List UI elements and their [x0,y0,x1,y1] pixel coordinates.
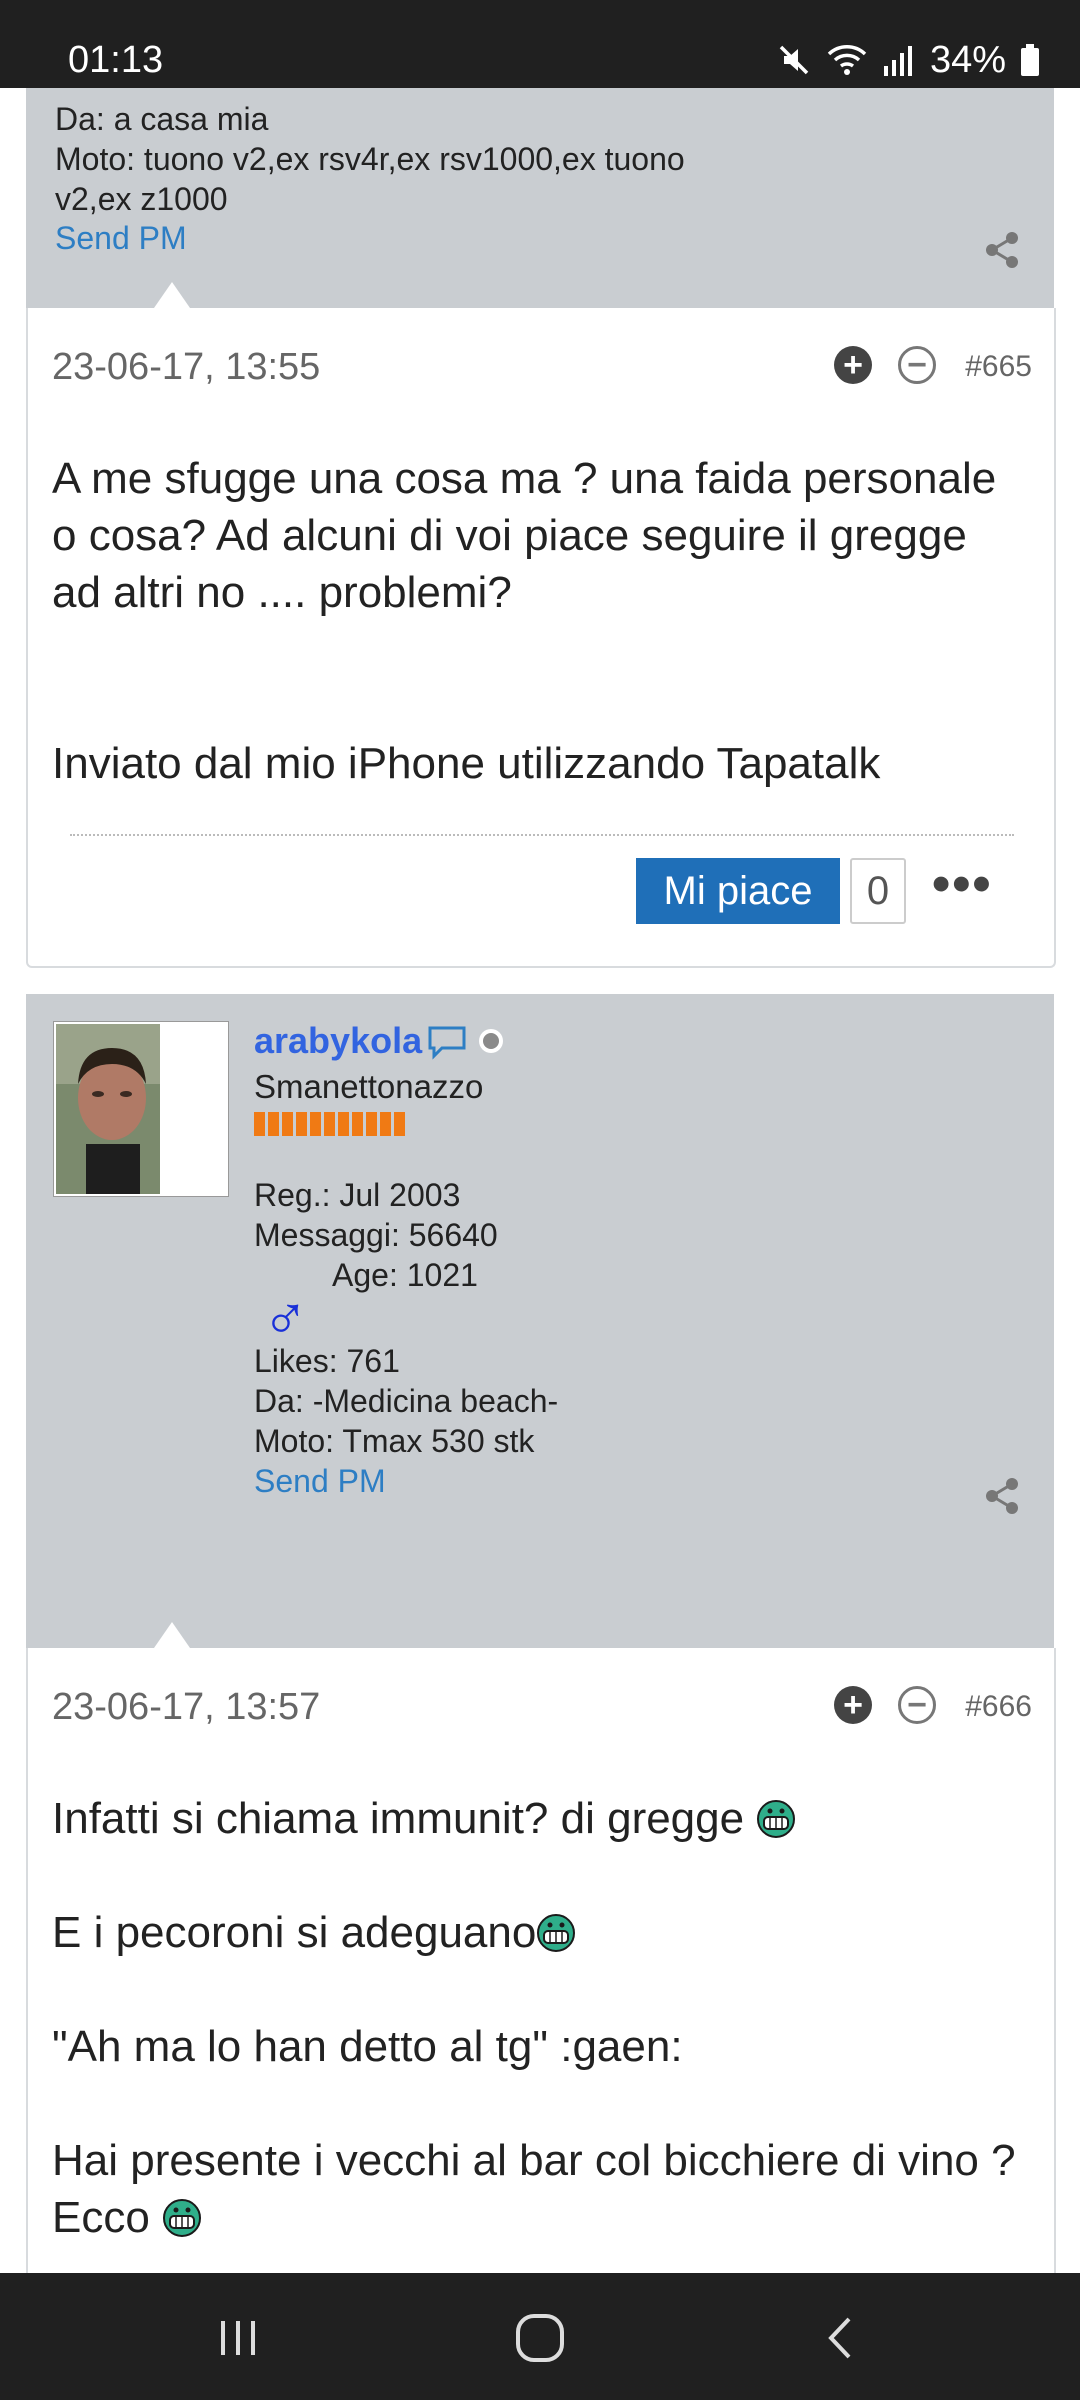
user-location: Da: -Medicina beach- [254,1383,559,1419]
home-button[interactable] [500,2303,580,2373]
like-count: 0 [850,858,906,924]
wifi-icon [827,45,867,75]
post-line-text: Infatti si chiama immunit? di gregge [52,1794,745,1843]
share-icon[interactable] [982,1476,1022,1516]
profile-from: Da: a casa mia [55,101,269,137]
post-666: 23-06-17, 13:57 + − #666 Infatti si chia… [26,1648,1056,2273]
share-icon[interactable] [982,230,1022,270]
message-count: Messaggi: 56640 [254,1217,498,1253]
likes-count: Likes: 761 [254,1343,400,1379]
post-divider [70,834,1014,836]
like-button[interactable]: Mi piace [636,858,840,924]
post-line: E i pecoroni si adeguano [52,1904,1022,1961]
user-age: Age: 1021 [332,1257,478,1293]
user-bike: Moto: Tmax 530 stk [254,1423,535,1459]
post-body: A me sfugge una cosa ma ? una faida pers… [52,450,1022,792]
username-link[interactable]: arabykola [254,1020,422,1062]
home-icon [516,2314,564,2362]
post-line: Infatti si chiama immunit? di gregge [52,1790,1022,1847]
battery-icon [1021,44,1039,76]
post-signature: Inviato dal mio iPhone utilizzando Tapat… [52,739,881,788]
upvote-button[interactable]: + [834,1686,872,1724]
more-options-button[interactable]: ••• [932,854,993,914]
post-line: "Ah ma lo han detto al tg" :gaen: [52,2022,683,2071]
post-caret [154,1622,190,1648]
signal-icon [883,46,912,76]
profile-bike: Moto: tuono v2,ex rsv4r,ex rsv1000,ex tu… [55,141,685,177]
post-line: Hai presente i vecchi al bar col bicchie… [52,2136,1016,2185]
post-line: Ecco [52,2189,1022,2246]
status-time: 01:13 [68,39,164,81]
battery-percent: 34% [929,38,1006,81]
post-line-text: E i pecoroni si adeguano [52,1908,537,1957]
avatar-image [56,1024,226,1194]
upvote-button[interactable]: + [834,346,872,384]
back-icon [828,2317,851,2359]
grin-smiley-icon [163,2199,202,2237]
mute-icon [779,45,809,75]
recent-apps-button[interactable] [198,2303,278,2373]
status-bar: 01:13 34% [0,0,1080,88]
profile-bike-cont: v2,ex z1000 [55,181,228,217]
post-line-text: Ecco [52,2193,150,2242]
post-number[interactable]: #665 [965,350,1032,384]
thread-content[interactable]: Da: a casa mia Moto: tuono v2,ex rsv4r,e… [0,88,1080,2273]
system-nav-bar [0,2273,1080,2400]
post-caret [154,282,190,308]
post-paragraph: A me sfugge una cosa ma ? una faida pers… [52,454,997,617]
post-date: 23-06-17, 13:57 [52,1686,321,1728]
downvote-button[interactable]: − [898,346,936,384]
post-number[interactable]: #666 [965,1690,1032,1724]
back-button[interactable] [802,2303,882,2373]
status-icons: 34% [776,38,1040,82]
downvote-button[interactable]: − [898,1686,936,1724]
grin-smiley-icon [757,1800,796,1838]
grin-smiley-icon [537,1914,576,1952]
reg-date: Reg.: Jul 2003 [254,1177,461,1213]
profile-block-arabykola: arabykola Smanettonazzo Reg.: Jul 2003 M… [26,994,1054,1648]
post-body: Infatti si chiama immunit? di gregge E i… [52,1790,1022,2246]
post-665: 23-06-17, 13:55 + − #665 A me sfugge una… [26,308,1056,968]
avatar[interactable] [54,1022,228,1196]
post-date: 23-06-17, 13:55 [52,346,321,388]
offline-status-icon [479,1029,503,1053]
user-title: Smanettonazzo [254,1068,484,1105]
send-pm-link[interactable]: Send PM [254,1462,386,1500]
profile-block-top: Da: a casa mia Moto: tuono v2,ex rsv4r,e… [26,88,1054,308]
rank-bar [254,1112,405,1136]
male-icon: ♂ [262,1282,309,1351]
chat-bubble-icon[interactable] [426,1024,468,1060]
send-pm-link[interactable]: Send PM [55,219,187,257]
recent-apps-icon [221,2321,255,2355]
